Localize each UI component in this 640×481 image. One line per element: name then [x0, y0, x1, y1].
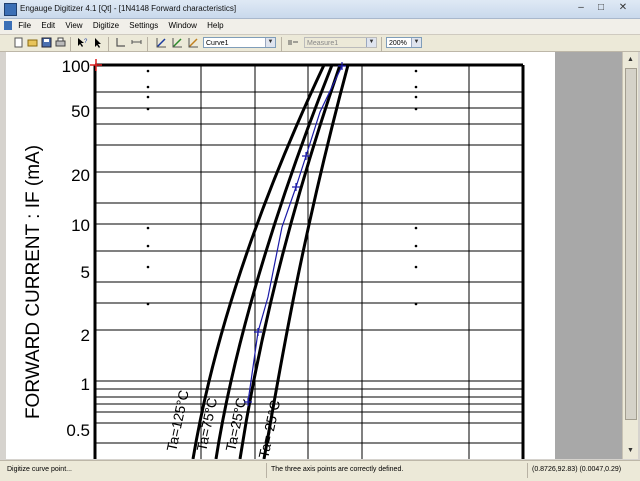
menu-digitize[interactable]: Digitize — [89, 19, 123, 30]
y-axis-label: FORWARD CURRENT : IF (mA) — [23, 145, 44, 419]
zoom-select-value: 200% — [389, 40, 407, 47]
curve-select[interactable]: Curve1 ▼ — [203, 37, 276, 48]
menu-view[interactable]: View — [61, 19, 86, 30]
zoom-select[interactable]: 200% ▼ — [386, 37, 422, 48]
y-tick-labels: 100 50 20 10 5 2 1 0.5 — [62, 57, 90, 440]
y-tick-50: 50 — [71, 102, 90, 121]
y-tick-0-5: 0.5 — [66, 421, 90, 440]
window-title: Engauge Digitizer 4.1 [Qt] - [1N4148 For… — [20, 4, 237, 13]
y-tick-100: 100 — [62, 57, 90, 76]
y-tick-2: 2 — [81, 326, 90, 345]
close-button[interactable]: ✕ — [612, 1, 634, 15]
svg-text:?: ? — [84, 39, 88, 45]
label-ta-75: Ta=75°C — [193, 396, 220, 452]
scale-bar-icon[interactable] — [131, 37, 142, 48]
select-pointer-icon[interactable] — [93, 37, 104, 48]
status-coordinates: (0.8726,92.83) (0.0047,0.29) — [532, 466, 622, 473]
document-icon — [4, 21, 12, 31]
grid-dots — [146, 69, 418, 306]
menu-help[interactable]: Help — [203, 19, 227, 30]
canvas-background — [555, 52, 622, 459]
new-file-icon[interactable] — [13, 37, 24, 48]
measure-icon[interactable] — [288, 37, 299, 48]
axis-point-marker — [90, 59, 102, 71]
toolbar: ? Curve1 ▼ Measure1 ▼ 200% ▼ — [0, 35, 640, 52]
axis-point-icon[interactable] — [115, 37, 126, 48]
menu-settings[interactable]: Settings — [125, 19, 162, 30]
minimize-button[interactable]: – — [572, 1, 590, 15]
chevron-down-icon: ▼ — [411, 38, 421, 47]
scrollbar-thumb[interactable] — [625, 68, 637, 420]
app-icon — [4, 3, 17, 16]
scroll-down-icon[interactable]: ▼ — [624, 444, 637, 457]
vertical-scrollbar[interactable]: ▲ ▼ — [622, 52, 638, 459]
menu-bar: File Edit View Digitize Settings Window … — [0, 19, 640, 35]
label-ta-m25: Ta=-25°C — [255, 399, 283, 459]
chevron-down-icon: ▼ — [265, 38, 275, 47]
save-icon[interactable] — [41, 37, 52, 48]
status-bar: Digitize curve point... The three axis p… — [0, 460, 640, 481]
curve-point-3 — [292, 183, 300, 191]
open-folder-icon[interactable] — [27, 37, 38, 48]
curve-select-value: Curve1 — [206, 40, 229, 47]
y-tick-5: 5 — [81, 263, 90, 282]
maximize-button[interactable]: □ — [592, 1, 610, 15]
menu-file[interactable]: File — [14, 19, 35, 30]
status-axis-info: The three axis points are correctly defi… — [271, 466, 404, 473]
status-message: Digitize curve point... — [7, 466, 72, 473]
point-match-icon[interactable] — [188, 37, 199, 48]
menu-window[interactable]: Window — [164, 19, 200, 30]
menu-edit[interactable]: Edit — [37, 19, 59, 30]
y-tick-10: 10 — [71, 216, 90, 235]
segment-fill-icon[interactable] — [172, 37, 183, 48]
curve-point-icon[interactable] — [156, 37, 167, 48]
scroll-up-icon[interactable]: ▲ — [624, 53, 637, 66]
measure-select-value: Measure1 — [307, 40, 339, 47]
digitized-image: FORWARD CURRENT : IF (mA) 100 50 20 10 5… — [23, 57, 525, 459]
document-canvas[interactable]: FORWARD CURRENT : IF (mA) 100 50 20 10 5… — [6, 52, 555, 459]
whats-this-icon[interactable]: ? — [77, 37, 88, 48]
print-icon[interactable] — [55, 37, 66, 48]
y-tick-1: 1 — [81, 375, 90, 394]
digitized-curve-line — [247, 65, 343, 403]
chevron-down-icon: ▼ — [366, 38, 376, 47]
title-bar: Engauge Digitizer 4.1 [Qt] - [1N4148 For… — [0, 0, 640, 19]
y-tick-20: 20 — [71, 166, 90, 185]
measure-select[interactable]: Measure1 ▼ — [304, 37, 377, 48]
